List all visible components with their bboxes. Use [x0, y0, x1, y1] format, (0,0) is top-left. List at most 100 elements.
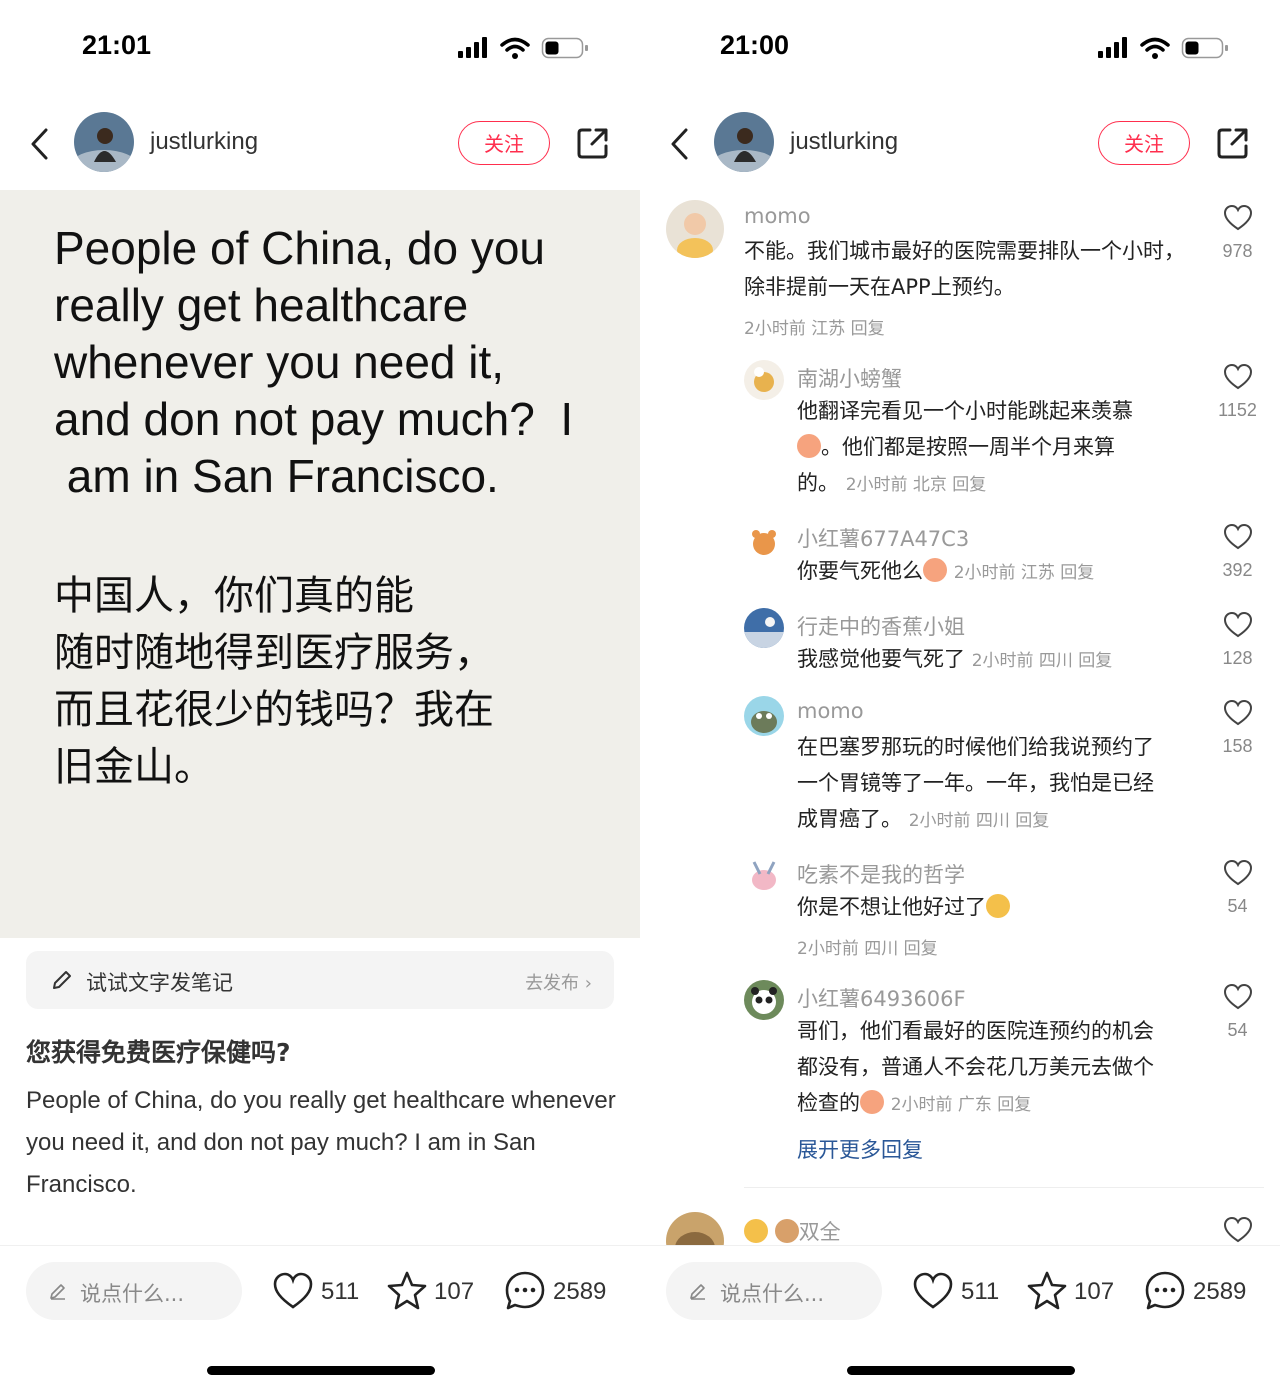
commenter-name[interactable]: momo — [797, 699, 864, 723]
note-title: 您获得免费医疗保健吗? — [26, 1038, 291, 1067]
comment-like-count: 54 — [1227, 1020, 1248, 1040]
comment-like-count: 158 — [1222, 736, 1253, 756]
post-image-english-text: People of China, do you really get healt… — [54, 222, 574, 502]
cat-emoji-icon — [744, 1219, 768, 1243]
home-indicator[interactable] — [847, 1366, 1075, 1375]
author-avatar[interactable] — [74, 112, 134, 172]
heart-icon — [273, 1272, 313, 1309]
crying-emoji-icon — [860, 1090, 884, 1114]
like-button[interactable]: 511 — [272, 1266, 362, 1316]
commenter-name[interactable]: 行走中的香蕉小姐 — [797, 611, 965, 641]
heart-icon[interactable] — [1223, 699, 1253, 727]
commenter-avatar[interactable] — [666, 1212, 724, 1245]
comment-input-placeholder: 说点什么... — [80, 1282, 185, 1306]
crying-emoji-icon — [923, 558, 947, 582]
commenter-name[interactable]: 小红薯677A47C3 — [797, 523, 969, 553]
commenter-avatar[interactable] — [744, 608, 784, 648]
post-image[interactable]: People of China, do you really get healt… — [0, 190, 640, 938]
commenter-name[interactable]: momo — [744, 204, 811, 228]
publish-link[interactable]: 去发布 › — [525, 969, 592, 995]
expand-replies-link[interactable]: 展开更多回复 — [797, 1134, 923, 1164]
comment-icon — [1145, 1271, 1185, 1310]
comment-like-count: 392 — [1222, 560, 1253, 580]
commenter-avatar[interactable] — [744, 696, 784, 736]
heart-icon[interactable] — [1223, 859, 1253, 887]
collect-button[interactable]: 107 — [386, 1266, 476, 1316]
post-detail-screen: 21:01 justlurking 关注 People of China, do… — [0, 0, 640, 1387]
star-icon — [387, 1271, 427, 1310]
comment-meta[interactable]: 2小时前 四川 回复 — [909, 811, 1050, 831]
collect-count: 107 — [1074, 1278, 1115, 1305]
commenter-avatar[interactable] — [744, 360, 784, 400]
heart-icon[interactable] — [1223, 363, 1253, 391]
share-icon[interactable] — [1215, 125, 1251, 161]
like-count: 511 — [961, 1278, 1000, 1305]
pencil-icon — [53, 971, 71, 989]
chevron-right-icon: › — [584, 973, 592, 994]
comment-meta[interactable]: 2小时前 广东 回复 — [891, 1095, 1032, 1115]
battery-icon — [541, 37, 588, 59]
comment-text: 他翻译完看见一个小时能跳起来羡慕 。他们都是按照一周半个月来算 的。 2小时前 … — [797, 399, 1133, 495]
smirk-emoji-icon — [986, 894, 1010, 918]
signal-icon — [458, 37, 487, 58]
author-avatar[interactable] — [714, 112, 774, 172]
crying-emoji-icon — [797, 434, 821, 458]
comment-like-count: 1152 — [1218, 400, 1257, 420]
heart-icon[interactable] — [1223, 983, 1253, 1011]
bottom-action-bar: 说点什么... 511 107 2589 — [0, 1245, 640, 1387]
comment-meta[interactable]: 2小时前 江苏 回复 — [744, 314, 885, 339]
comment-meta[interactable]: 2小时前 北京 回复 — [846, 475, 987, 495]
comment-count: 2589 — [1193, 1278, 1247, 1305]
back-button[interactable] — [28, 126, 52, 162]
heart-icon[interactable] — [1223, 204, 1253, 232]
heart-icon — [913, 1272, 953, 1309]
comment-text: 你是不想让他好过了 — [797, 889, 1197, 925]
author-name[interactable]: justlurking — [790, 128, 898, 156]
try-text-note-bar[interactable]: 试试文字发笔记 去发布 › — [26, 951, 614, 1009]
comment-input[interactable]: 说点什么... — [666, 1262, 882, 1320]
comment-text: 哥们，他们看最好的医院连预约的机会 都没有，普通人不会花几万美元去做个 检查的 … — [797, 1019, 1154, 1115]
comment-text: 我感觉他要气死了 2小时前 四川 回复 — [797, 647, 1113, 671]
like-button[interactable]: 511 — [912, 1266, 1002, 1316]
comment-button[interactable]: 2589 — [1143, 1266, 1253, 1316]
commenter-avatar[interactable] — [666, 200, 724, 258]
commenter-name[interactable]: 小红薯6493606F — [797, 983, 966, 1013]
comment-input[interactable]: 说点什么... — [26, 1262, 242, 1320]
comment-button[interactable]: 2589 — [503, 1266, 613, 1316]
author-name[interactable]: justlurking — [150, 128, 258, 156]
status-icons — [1098, 37, 1228, 59]
collect-button[interactable]: 107 — [1026, 1266, 1116, 1316]
comment-like-count: 128 — [1222, 648, 1253, 668]
commenter-avatar[interactable] — [744, 980, 784, 1020]
collect-count: 107 — [434, 1278, 475, 1305]
status-icons — [458, 37, 588, 59]
comment-meta[interactable]: 2小时前 江苏 回复 — [954, 563, 1095, 583]
commenter-name[interactable]: 南湖小螃蟹 — [797, 363, 902, 393]
heart-icon[interactable] — [1223, 523, 1253, 551]
bottom-action-bar: 说点什么... 511 107 2589 — [640, 1245, 1280, 1387]
signal-icon — [1098, 37, 1127, 58]
comment-text: 在巴塞罗那玩的时候他们给我说预约了 一个胃镜等了一年。一年，我怕是已经 成胃癌了… — [797, 735, 1154, 831]
comment-like-count: 54 — [1227, 896, 1248, 916]
comment-list: momo 不能。我们城市最好的医院需要排队一个小时，除非提前一天在APP上预约。… — [640, 190, 1280, 1245]
follow-button[interactable]: 关注 — [458, 121, 550, 165]
wifi-icon — [500, 37, 530, 59]
pencil-icon — [50, 1284, 65, 1300]
heart-icon[interactable] — [1223, 611, 1253, 639]
comment-meta[interactable]: 2小时前 四川 回复 — [797, 934, 938, 959]
comment-input-placeholder: 说点什么... — [720, 1282, 825, 1306]
commenter-name[interactable]: 双全 — [744, 1216, 841, 1245]
commenter-avatar[interactable] — [744, 522, 784, 562]
status-time: 21:00 — [720, 30, 790, 60]
comment-text: 你要气死他么 2小时前 江苏 回复 — [797, 558, 1095, 583]
comment-meta[interactable]: 2小时前 四川 回复 — [972, 651, 1113, 671]
post-image-chinese-text: 中国人，你们真的能 随时随地得到医疗服务， 而且花很少的钱吗？我在 旧金山。 — [54, 573, 494, 790]
follow-button[interactable]: 关注 — [1098, 121, 1190, 165]
heart-icon[interactable] — [1223, 1216, 1253, 1244]
share-icon[interactable] — [575, 125, 611, 161]
divider — [744, 1187, 1264, 1188]
commenter-avatar[interactable] — [744, 856, 784, 896]
back-button[interactable] — [668, 126, 692, 162]
home-indicator[interactable] — [207, 1366, 435, 1375]
commenter-name[interactable]: 吃素不是我的哲学 — [797, 859, 965, 889]
